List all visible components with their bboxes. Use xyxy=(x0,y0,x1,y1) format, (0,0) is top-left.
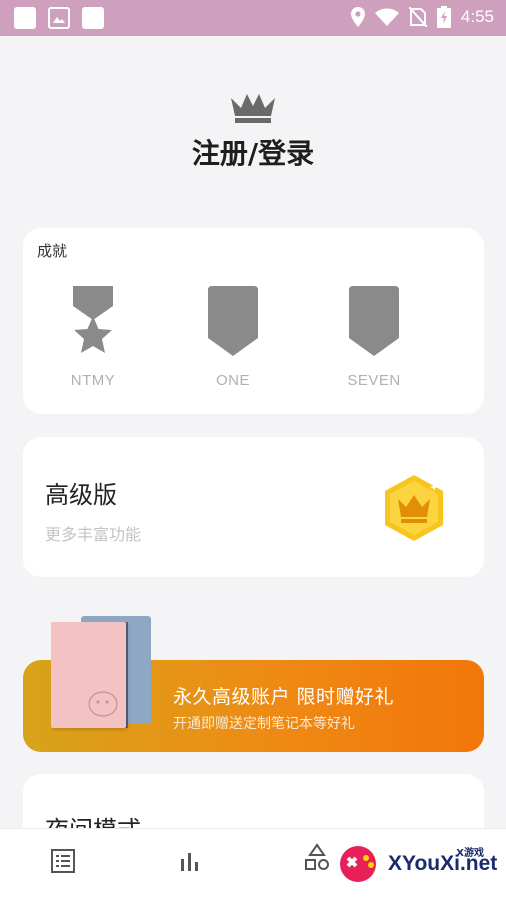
promo-subtitle: 开通即赠送定制笔记本等好礼 xyxy=(173,716,355,732)
notebook-pink xyxy=(51,622,126,728)
premium-title: 高级版 xyxy=(45,481,117,509)
premium-card[interactable]: 高级版 更多丰富功能 xyxy=(23,437,484,577)
badge-one[interactable]: ONE xyxy=(178,286,288,389)
achievements-label: 成就 xyxy=(37,242,68,260)
notebook-doodle xyxy=(88,691,118,717)
crown-icon xyxy=(231,94,275,123)
location-icon xyxy=(350,7,365,27)
gamepad-logo-icon xyxy=(340,846,376,882)
star-medal-icon xyxy=(73,286,113,353)
badge-label: SEVEN xyxy=(347,372,401,389)
promo-title: 永久高级账户 限时赠好礼 xyxy=(173,686,395,708)
badge-label: NTMY xyxy=(70,372,116,389)
premium-subtitle: 更多丰富功能 xyxy=(45,525,142,544)
nav-shapes-button[interactable] xyxy=(304,843,330,877)
no-sim-icon xyxy=(408,7,427,27)
gold-crown-hexagon-icon xyxy=(385,475,443,541)
nav-stats-button[interactable] xyxy=(178,849,202,877)
badge-seven[interactable]: SEVEN xyxy=(319,286,429,389)
page-title[interactable]: 注册/登录 xyxy=(0,132,506,172)
achievements-card: 成就 NTMY ONE SEVEN xyxy=(23,228,484,414)
badge-ntmy[interactable]: NTMY xyxy=(38,286,148,389)
list-icon xyxy=(51,849,75,873)
watermark: XYouXi.net X游戏 xyxy=(338,838,498,890)
app-square-icon xyxy=(14,7,36,29)
image-icon xyxy=(48,7,70,29)
clock: 4:55 xyxy=(460,7,494,26)
login-header[interactable]: 注册/登录 xyxy=(0,90,506,172)
shield-icon xyxy=(208,286,258,356)
app-square-icon xyxy=(82,7,104,29)
status-bar: 4:55 xyxy=(0,0,506,36)
shapes-icon xyxy=(305,843,329,870)
bar-chart-icon xyxy=(181,853,198,871)
watermark-tag: X游戏 xyxy=(456,848,484,859)
badge-label: ONE xyxy=(215,372,250,389)
nav-list-button[interactable] xyxy=(51,849,75,877)
shield-icon xyxy=(349,286,399,356)
wifi-icon xyxy=(374,8,399,26)
battery-charging-icon xyxy=(436,6,451,28)
promo-banner[interactable]: 永久高级账户 限时赠好礼 开通即赠送定制笔记本等好礼 xyxy=(23,612,484,752)
